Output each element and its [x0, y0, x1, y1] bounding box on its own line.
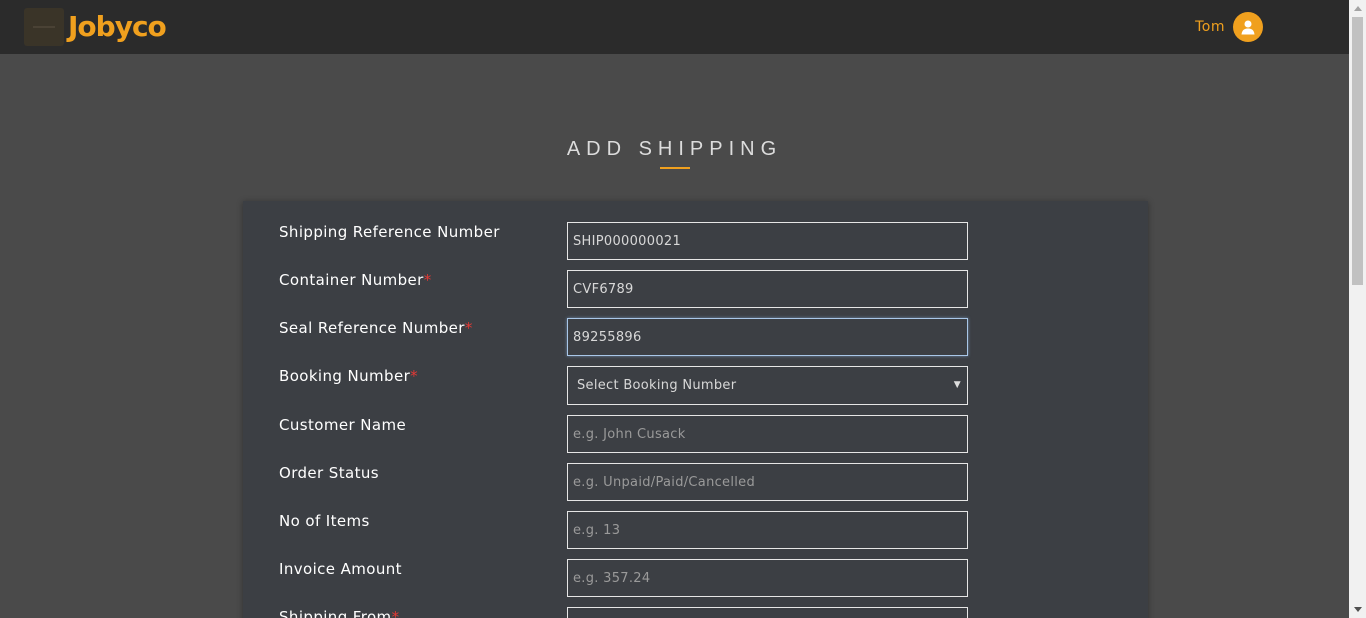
title-underline — [660, 167, 690, 169]
invoice-amount-label: Invoice Amount — [279, 560, 402, 578]
form-row-booking-number: Booking Number* Select Booking Number ▼ — [243, 345, 1148, 405]
no-of-items-label: No of Items — [279, 512, 370, 530]
order-status-label: Order Status — [279, 464, 379, 482]
booking-number-label: Booking Number* — [279, 367, 419, 385]
user-name[interactable]: Tom — [1195, 19, 1225, 35]
scroll-up-button[interactable] — [1349, 0, 1366, 17]
required-marker: * — [464, 319, 473, 337]
page-title: ADD SHIPPING — [566, 138, 783, 160]
seal-ref-label: Seal Reference Number* — [279, 319, 473, 337]
form-row-seal-ref: Seal Reference Number* — [243, 297, 1148, 356]
add-shipping-form: Shipping Reference Number Container Numb… — [243, 201, 1148, 618]
user-menu[interactable]: Tom — [1195, 12, 1263, 42]
scrollbar-thumb[interactable] — [1352, 17, 1363, 285]
form-row-shipping-ref: Shipping Reference Number — [243, 201, 1148, 260]
customer-name-label: Customer Name — [279, 416, 407, 434]
required-marker: * — [391, 608, 400, 618]
hamburger-icon — [33, 26, 55, 28]
dropdown-arrow-icon: ▼ — [953, 380, 961, 390]
required-marker: * — [423, 271, 432, 289]
form-row-customer-name: Customer Name — [243, 394, 1148, 453]
form-row-order-status: Order Status — [243, 442, 1148, 501]
vertical-scrollbar[interactable] — [1349, 0, 1366, 618]
form-row-container-number: Container Number* — [243, 249, 1148, 308]
user-icon — [1241, 20, 1255, 35]
top-navbar: Jobyco Tom — [0, 0, 1349, 54]
form-row-no-of-items: No of Items — [243, 490, 1148, 549]
required-marker: * — [410, 367, 419, 385]
triangle-up-icon — [1353, 6, 1362, 11]
menu-toggle-button[interactable] — [24, 8, 64, 46]
user-avatar[interactable] — [1233, 12, 1263, 42]
form-row-invoice-amount: Invoice Amount — [243, 538, 1148, 597]
shipping-from-label: Shipping From* — [279, 608, 399, 618]
shipping-ref-label: Shipping Reference Number — [279, 223, 500, 241]
form-row-shipping-from: Shipping From* — [243, 586, 1148, 618]
shipping-from-input[interactable] — [567, 607, 968, 618]
triangle-down-icon — [1353, 607, 1362, 612]
booking-number-selected: Select Booking Number — [577, 378, 737, 393]
app-logo[interactable]: Jobyco — [68, 8, 167, 46]
scroll-down-button[interactable] — [1349, 601, 1366, 618]
container-number-label: Container Number* — [279, 271, 432, 289]
